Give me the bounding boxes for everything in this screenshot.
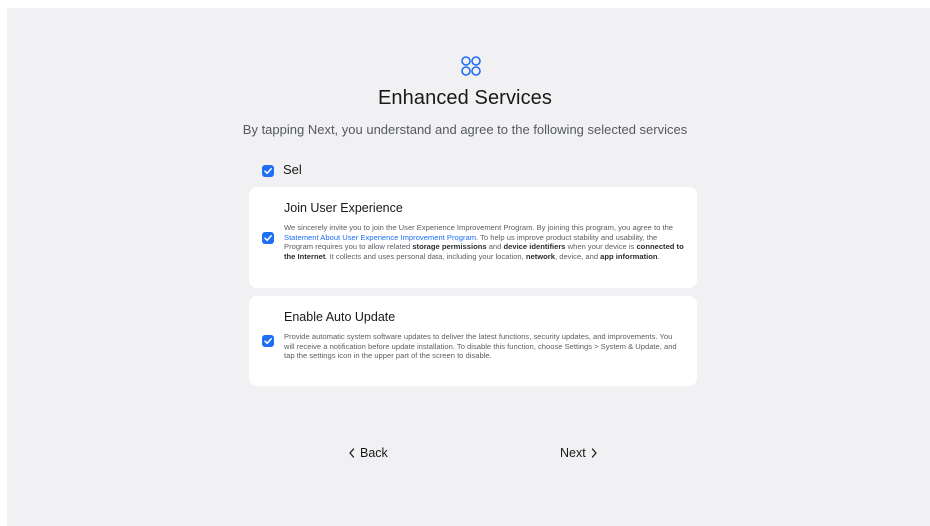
back-button[interactable]: Back (348, 446, 388, 460)
statement-link[interactable]: Statement About User Experience Improvem… (284, 233, 476, 242)
back-label: Back (360, 446, 388, 460)
service-description: Provide automatic system software update… (284, 332, 677, 361)
select-all-checkbox[interactable] (262, 165, 274, 177)
checkmark-icon (264, 235, 272, 242)
chevron-left-icon (349, 448, 355, 458)
grid-four-circles-icon (461, 56, 481, 76)
user-experience-checkbox[interactable] (262, 232, 274, 244)
auto-update-checkbox[interactable] (262, 335, 274, 347)
service-card-auto-update: Enable Auto Update Provide automatic sys… (249, 296, 697, 386)
next-button[interactable]: Next (560, 446, 598, 460)
page-title: Enhanced Services (377, 87, 553, 109)
next-label: Next (560, 446, 586, 460)
checkmark-icon (264, 168, 272, 175)
service-title: Join User Experience (284, 201, 403, 215)
chevron-right-icon (591, 448, 597, 458)
page-subtitle: By tapping Next, you understand and agre… (242, 122, 688, 137)
checkmark-icon (264, 338, 272, 345)
select-all-label[interactable]: Sel (283, 162, 302, 177)
service-card-user-experience: Join User Experience We sincerely invite… (249, 187, 697, 288)
service-title: Enable Auto Update (284, 310, 396, 324)
service-description: We sincerely invite you to join the User… (284, 223, 684, 261)
